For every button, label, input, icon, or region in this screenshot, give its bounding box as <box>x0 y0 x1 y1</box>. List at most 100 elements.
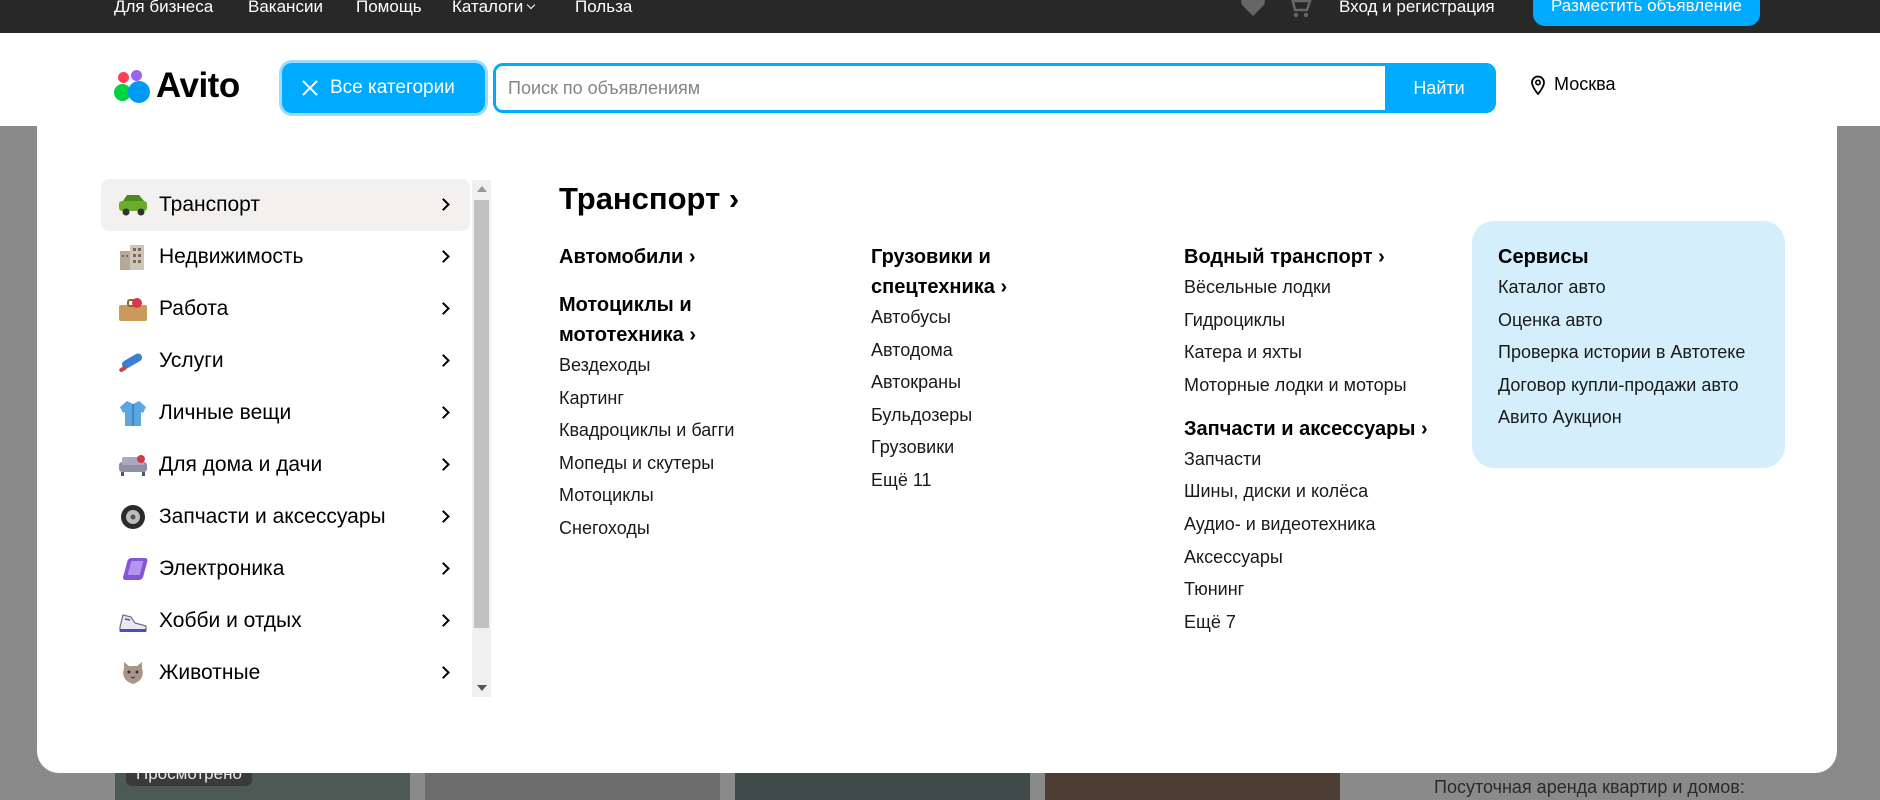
group-title-label: Запчасти и аксессуары <box>1184 417 1416 440</box>
category-item-parts[interactable]: Запчасти и аксессуары <box>101 491 470 543</box>
logo-text: Avito <box>156 65 240 105</box>
cat-icon <box>117 657 149 689</box>
paint-roller-icon <box>117 345 149 377</box>
services-items: Каталог авто Оценка авто Проверка истори… <box>1498 276 1785 428</box>
more-link[interactable]: Ещё 11 <box>871 469 1161 491</box>
subcategory-link[interactable]: Катера и яхты <box>1184 341 1474 363</box>
chevron-right-icon <box>437 614 450 627</box>
category-item-transport[interactable]: Транспорт <box>101 179 470 231</box>
service-link[interactable]: Каталог авто <box>1498 276 1785 298</box>
avito-logo[interactable]: Avito <box>114 66 240 104</box>
category-item-work[interactable]: Работа <box>101 283 470 335</box>
nav-link-business[interactable]: Для бизнеса <box>114 0 213 15</box>
subcategory-link[interactable]: Гидроциклы <box>1184 309 1474 331</box>
daily-rent-text: Посуточная аренда квартир и домов: <box>1434 777 1745 797</box>
car-icon <box>117 189 149 221</box>
group-title-moto[interactable]: Мотоциклы и мототехника › <box>559 290 849 350</box>
login-link[interactable]: Вход и регистрация <box>1339 0 1495 15</box>
service-link[interactable]: Оценка авто <box>1498 309 1785 331</box>
all-categories-button[interactable]: Все категории <box>282 63 485 113</box>
subcategory-group-cars: Автомобили › <box>559 242 849 272</box>
category-label: Транспорт <box>159 193 260 216</box>
group-title-label: спецтехника <box>871 276 995 298</box>
group-title-label: Мотоциклы и <box>559 294 692 316</box>
subcategory-group-trucks: Грузовики и спецтехника › Автобусы Автодо… <box>871 242 1161 491</box>
subcategory-column-1: Автомобили › Мотоциклы и мототехника › Ве… <box>559 242 849 557</box>
category-item-realty[interactable]: Недвижимость <box>101 231 470 283</box>
search-input[interactable] <box>496 66 1385 110</box>
category-label: Электроника <box>159 557 285 580</box>
subcategory-column-3: Водный транспорт › Вёсельные лодки Гидро… <box>1184 242 1474 651</box>
chevron-right-icon <box>437 510 450 523</box>
nav-link-benefit[interactable]: Польза <box>575 0 632 15</box>
subcategory-link[interactable]: Аксессуары <box>1184 546 1474 568</box>
chevron-right-icon: › <box>728 181 740 216</box>
chevron-right-icon <box>437 562 450 575</box>
category-item-animals[interactable]: Животные <box>101 647 470 697</box>
subcategory-link[interactable]: Грузовики <box>871 436 1161 458</box>
service-link[interactable]: Авито Аукцион <box>1498 406 1785 428</box>
subcategory-link[interactable]: Квадроциклы и багги <box>559 419 849 441</box>
subcategory-link[interactable]: Бульдозеры <box>871 404 1161 426</box>
subcategory-link[interactable]: Запчасти <box>1184 448 1474 470</box>
chevron-right-icon: › <box>688 246 696 268</box>
search-button[interactable]: Найти <box>1385 66 1493 110</box>
subcategory-link[interactable]: Моторные лодки и моторы <box>1184 374 1474 396</box>
group-title-parts[interactable]: Запчасти и аксессуары › <box>1184 414 1474 444</box>
group-title-cars[interactable]: Автомобили › <box>559 242 849 272</box>
city-selector[interactable]: Москва <box>1530 74 1615 95</box>
scroll-down-arrow-icon[interactable] <box>477 685 487 691</box>
nav-link-catalogs[interactable]: Каталоги <box>452 0 536 15</box>
group-items: Вездеходы Картинг Квадроциклы и багги Мо… <box>559 354 849 539</box>
service-link[interactable]: Договор купли-продажи авто <box>1498 374 1785 396</box>
subcategory-group-water: Водный транспорт › Вёсельные лодки Гидро… <box>1184 242 1474 396</box>
subcategory-link[interactable]: Вездеходы <box>559 354 849 376</box>
search-bar: Найти <box>493 63 1496 113</box>
subcategory-link[interactable]: Шины, диски и колёса <box>1184 480 1474 502</box>
subcategory-link[interactable]: Мопеды и скутеры <box>559 452 849 474</box>
section-title[interactable]: Транспорт › <box>559 181 739 217</box>
tablet-icon <box>117 553 149 585</box>
briefcase-icon <box>117 293 149 325</box>
subcategory-link[interactable]: Автокраны <box>871 371 1161 393</box>
group-title-water[interactable]: Водный транспорт › <box>1184 242 1474 272</box>
category-item-electronics[interactable]: Электроника <box>101 543 470 595</box>
chevron-right-icon <box>437 302 450 315</box>
nav-link-help[interactable]: Помощь <box>356 0 422 15</box>
subcategory-link[interactable]: Мотоциклы <box>559 484 849 506</box>
chevron-right-icon: › <box>689 324 697 346</box>
category-item-hobby[interactable]: Хобби и отдых <box>101 595 470 647</box>
chevron-right-icon <box>437 250 450 263</box>
category-item-home[interactable]: Для дома и дачи <box>101 439 470 491</box>
subcategory-link[interactable]: Автодома <box>871 339 1161 361</box>
subcategory-link[interactable]: Картинг <box>559 387 849 409</box>
subcategory-link[interactable]: Вёсельные лодки <box>1184 276 1474 298</box>
category-item-services[interactable]: Услуги <box>101 335 470 387</box>
category-list: Транспорт Недвижимость Работа Услуги Лич… <box>101 179 471 697</box>
sofa-icon <box>117 449 149 481</box>
chevron-right-icon <box>437 198 450 211</box>
nav-link-vacancies[interactable]: Вакансии <box>248 0 323 15</box>
bg-listing-card <box>1045 773 1340 800</box>
jacket-icon <box>117 397 149 429</box>
subcategory-link[interactable]: Тюнинг <box>1184 578 1474 600</box>
post-ad-button[interactable]: Разместить объявление <box>1533 0 1760 26</box>
subcategory-link[interactable]: Снегоходы <box>559 517 849 539</box>
tire-icon <box>117 501 149 533</box>
heart-icon[interactable] <box>1240 0 1266 23</box>
subcategory-link[interactable]: Аудио- и видеотехника <box>1184 513 1474 535</box>
logo-dots-icon <box>114 66 152 104</box>
scrollbar-thumb[interactable] <box>474 200 489 628</box>
subcategory-link[interactable]: Автобусы <box>871 306 1161 328</box>
group-title-trucks[interactable]: Грузовики и спецтехника › <box>871 242 1161 302</box>
sneaker-icon <box>117 605 149 637</box>
category-item-personal[interactable]: Личные вещи <box>101 387 470 439</box>
top-bar: Для бизнеса Вакансии Помощь Каталоги Пол… <box>0 0 1880 33</box>
more-link[interactable]: Ещё 7 <box>1184 611 1474 633</box>
group-title-label: Грузовики и <box>871 246 991 268</box>
cart-icon[interactable] <box>1286 0 1312 25</box>
service-link[interactable]: Проверка истории в Автотеке <box>1498 341 1785 363</box>
category-scrollbar[interactable] <box>472 180 491 697</box>
category-label: Недвижимость <box>159 245 304 268</box>
scroll-up-arrow-icon[interactable] <box>477 186 487 192</box>
